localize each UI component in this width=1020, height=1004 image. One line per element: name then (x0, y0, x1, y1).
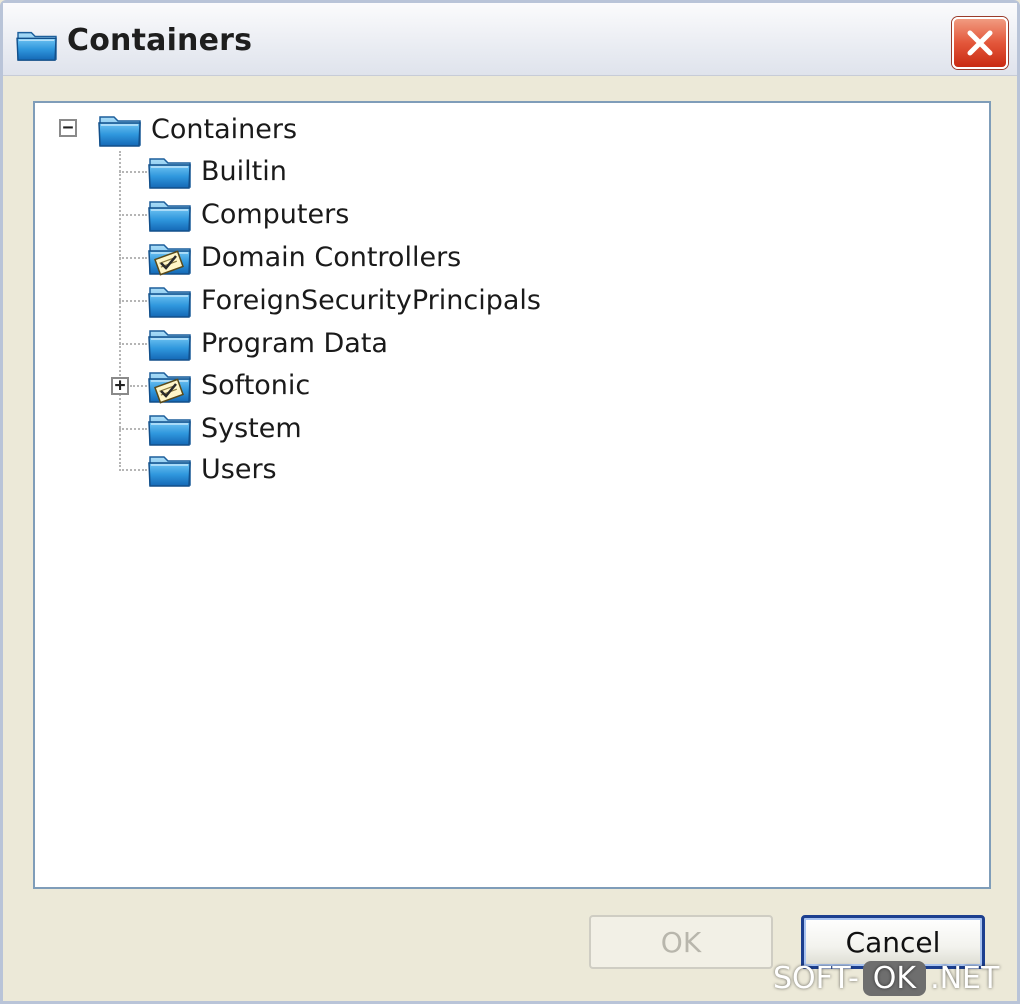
folder-icon (15, 25, 59, 63)
tree-connector (119, 428, 147, 430)
tree-connector (130, 385, 147, 387)
tree-node-foreign-security-principals[interactable]: ForeignSecurityPrincipals (147, 280, 541, 320)
folder-policy-icon (147, 365, 193, 405)
tree-node-label: Users (201, 453, 277, 485)
tree-node-label: Containers (151, 113, 298, 145)
tree-connector (119, 257, 147, 259)
tree-node-label: Builtin (201, 155, 287, 187)
folder-icon (147, 449, 193, 489)
window-title: Containers (67, 23, 253, 58)
tree-node-system[interactable]: System (147, 408, 302, 448)
folder-icon (147, 151, 193, 191)
folder-icon (147, 280, 193, 320)
tree-node-label: ForeignSecurityPrincipals (201, 284, 541, 316)
watermark: SOFT- OK .NET (773, 961, 999, 996)
watermark-text: SOFT- (773, 961, 859, 996)
tree-node-label: Domain Controllers (201, 241, 462, 273)
tree-node-label: Program Data (201, 327, 388, 359)
folder-icon (97, 109, 143, 149)
watermark-text: OK (862, 961, 927, 996)
tree-node-computers[interactable]: Computers (147, 194, 349, 234)
collapse-root-toggle[interactable]: − (59, 119, 77, 137)
tree-connector (119, 343, 147, 345)
watermark-text: .NET (930, 961, 1000, 996)
tree-node-label: Softonic (201, 369, 311, 401)
tree-node-softonic[interactable]: Softonic (147, 365, 310, 405)
folder-icon (147, 323, 193, 363)
tree-node-containers[interactable]: Containers (97, 109, 297, 149)
tree-node-label: System (201, 412, 302, 444)
folder-icon (147, 194, 193, 234)
tree-node-program-data[interactable]: Program Data (147, 323, 388, 363)
tree-connector (119, 469, 147, 471)
close-icon (967, 30, 993, 56)
ok-button[interactable]: OK (589, 915, 773, 969)
tree-node-builtin[interactable]: Builtin (147, 151, 287, 191)
tree-connector (119, 214, 147, 216)
tree-connector (119, 171, 147, 173)
tree-node-users[interactable]: Users (147, 449, 277, 489)
title-bar[interactable]: Containers (3, 3, 1017, 76)
containers-dialog: Containers − Containers Builtin Computer… (0, 0, 1020, 1004)
tree-node-label: Computers (201, 198, 350, 230)
folder-icon (147, 408, 193, 448)
container-tree-view[interactable]: − Containers Builtin Computers Domain Co… (33, 101, 991, 889)
close-button[interactable] (952, 17, 1008, 69)
folder-policy-icon (147, 237, 193, 277)
tree-connector (119, 151, 121, 467)
expand-softonic-toggle[interactable]: + (111, 377, 129, 395)
tree-node-domain-controllers[interactable]: Domain Controllers (147, 237, 461, 277)
tree-connector (119, 300, 147, 302)
